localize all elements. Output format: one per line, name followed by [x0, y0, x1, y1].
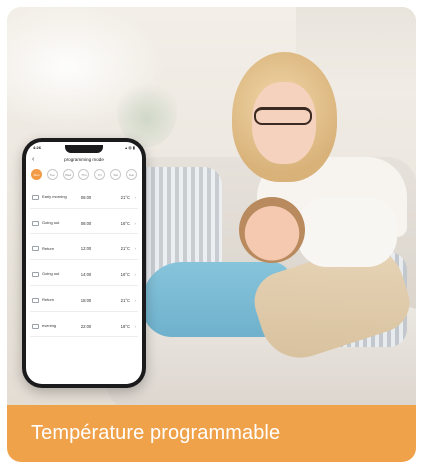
- schedule-row[interactable]: Going out 08:00 16°C ›: [30, 213, 138, 235]
- phone-screen: 4:26 ▴ ◍ ▮ ‹ programming mode Mon Tue We…: [26, 142, 142, 384]
- period-name: Going out: [42, 271, 60, 277]
- caption-banner: Température programmable: [7, 405, 416, 462]
- schedule-row[interactable]: Return 18:00 21°C ›: [30, 290, 138, 312]
- period-temp: 16°C: [120, 272, 130, 278]
- period-time: 06:00: [80, 194, 92, 200]
- period-name: evening: [42, 322, 57, 328]
- period-time: 08:00: [80, 220, 92, 226]
- period-temp: 16°C: [120, 220, 130, 226]
- schedule-row[interactable]: Return 12:00 21°C ›: [30, 239, 138, 261]
- period-icon: [32, 272, 39, 278]
- chevron-right-icon: ›: [134, 194, 136, 200]
- schedule-list: Early morning 06:00 21°C › Going out 08:…: [30, 187, 138, 342]
- period-name: Return: [42, 297, 55, 303]
- schedule-row[interactable]: Early morning 06:00 21°C ›: [30, 187, 138, 209]
- period-temp: 21°C: [120, 246, 130, 252]
- day-button[interactable]: Fri: [94, 169, 106, 180]
- screen-title: programming mode: [64, 157, 104, 162]
- period-time: 22:00: [80, 323, 92, 329]
- period-icon: [32, 220, 39, 226]
- period-name: Return: [42, 245, 55, 251]
- child-body: [297, 197, 397, 267]
- period-temp: 21°C: [120, 297, 130, 303]
- period-icon: [32, 297, 39, 303]
- schedule-row[interactable]: evening 22:00 18°C ›: [30, 316, 138, 338]
- status-time: 4:26: [33, 145, 42, 150]
- period-temp: 21°C: [120, 194, 130, 200]
- period-name: Early morning: [42, 193, 67, 199]
- smartphone-mockup: 4:26 ▴ ◍ ▮ ‹ programming mode Mon Tue We…: [22, 138, 146, 388]
- chevron-right-icon: ›: [134, 323, 136, 329]
- chevron-right-icon: ›: [134, 272, 136, 278]
- period-icon: [32, 323, 39, 329]
- schedule-row[interactable]: Going out 14:00 16°C ›: [30, 264, 138, 286]
- plant-decor: [117, 77, 177, 147]
- period-time: 18:00: [80, 297, 92, 303]
- chevron-right-icon: ›: [134, 246, 136, 252]
- chevron-right-icon: ›: [134, 220, 136, 226]
- period-icon: [32, 194, 39, 200]
- day-button[interactable]: Wed: [62, 169, 74, 180]
- period-time: 12:00: [80, 246, 92, 252]
- glasses-icon: [254, 107, 312, 125]
- status-icons: ▴ ◍ ▮: [125, 145, 135, 150]
- period-temp: 18°C: [120, 323, 130, 329]
- period-name: Going out: [42, 219, 60, 225]
- day-button[interactable]: Mon: [31, 169, 42, 180]
- period-time: 14:00: [80, 272, 92, 278]
- chevron-right-icon: ›: [134, 297, 136, 303]
- phone-notch: [65, 145, 103, 153]
- day-button[interactable]: Thu: [78, 169, 90, 180]
- caption-text: Température programmable: [31, 422, 281, 444]
- product-card: 4:26 ▴ ◍ ▮ ‹ programming mode Mon Tue We…: [7, 7, 416, 462]
- day-button[interactable]: Sun: [125, 169, 137, 180]
- day-button[interactable]: Sat: [110, 169, 122, 180]
- period-icon: [32, 246, 39, 252]
- day-button[interactable]: Tue: [46, 169, 58, 180]
- lifestyle-photo: 4:26 ▴ ◍ ▮ ‹ programming mode Mon Tue We…: [7, 7, 416, 405]
- day-selector: Mon Tue Wed Thu Fri Sat Sun: [31, 169, 137, 180]
- child-head: [239, 197, 305, 263]
